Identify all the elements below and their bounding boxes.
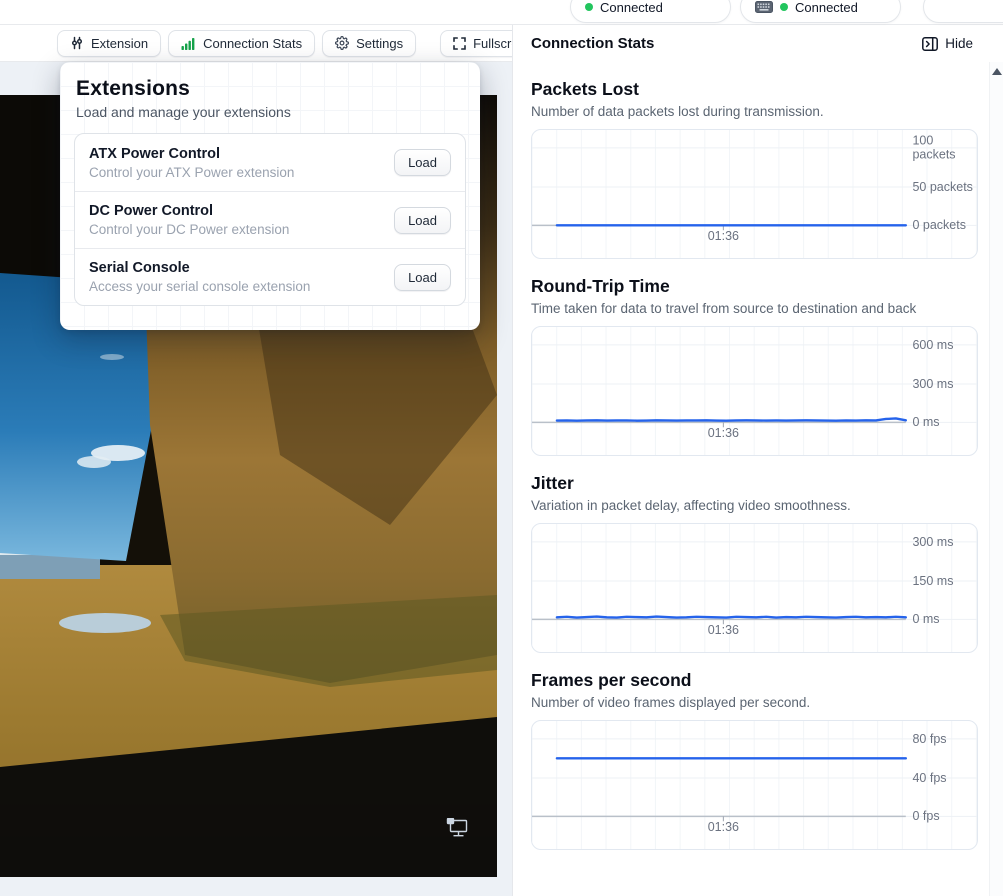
gear-icon: [335, 36, 349, 50]
y-axis-label: 0 ms: [912, 612, 974, 626]
x-axis-tick-label: 01:36: [708, 623, 739, 637]
packets-lost-chart: 100 packets 50 packets 0 packets 01:36: [531, 129, 978, 259]
stat-section-packets-lost: Packets Lost Number of data packets lost…: [531, 79, 977, 259]
y-axis-label: 600 ms: [912, 338, 974, 352]
load-atx-power-button[interactable]: Load: [394, 149, 451, 176]
x-axis-tick-label: 01:36: [708, 820, 739, 834]
panel-collapse-icon: [922, 37, 938, 51]
status-label: Connected: [600, 0, 663, 15]
y-axis-label: 40 fps: [912, 771, 974, 785]
extension-description: Access your serial console extension: [89, 279, 310, 294]
list-item-serial-console: Serial Console Access your serial consol…: [75, 248, 465, 305]
stat-title: Packets Lost: [531, 79, 977, 100]
video-status-badge[interactable]: Connected: [570, 0, 731, 23]
y-axis-label: 300 ms: [912, 377, 974, 391]
connection-stats-panel: Connection Stats Hide Packets Lost Numbe…: [512, 25, 1003, 896]
y-axis-label: 50 packets: [912, 180, 974, 194]
extension-name: Serial Console: [89, 260, 310, 276]
hide-label: Hide: [945, 36, 973, 51]
extension-name: ATX Power Control: [89, 146, 294, 162]
status-label: Connected: [795, 0, 858, 15]
list-item-dc-power: DC Power Control Control your DC Power e…: [75, 191, 465, 248]
button-label: Extension: [91, 36, 148, 51]
stat-description: Number of video frames displayed per sec…: [531, 695, 977, 710]
kvm-app-window: Connected Connected Extension Conn: [0, 0, 1003, 896]
stat-description: Variation in packet delay, affecting vid…: [531, 498, 977, 513]
action-toolbar: Extension Connection Stats Settings Full: [0, 25, 512, 62]
status-dot: [585, 3, 593, 11]
y-axis-label: 150 ms: [912, 574, 974, 588]
keyboard-icon: [755, 1, 773, 13]
partial-badge[interactable]: [923, 0, 1003, 23]
extension-description: Control your ATX Power extension: [89, 165, 294, 180]
button-label: Connection Stats: [203, 36, 302, 51]
stat-title: Round-Trip Time: [531, 276, 977, 297]
x-axis-tick-label: 01:36: [708, 426, 739, 440]
y-axis-label: 80 fps: [912, 732, 974, 746]
stat-title: Frames per second: [531, 670, 977, 691]
x-axis-tick-label: 01:36: [708, 229, 739, 243]
y-axis-label: 100 packets: [912, 134, 974, 163]
connection-stats-button[interactable]: Connection Stats: [168, 30, 315, 57]
stat-description: Time taken for data to travel from sourc…: [531, 301, 977, 316]
list-item-atx-power: ATX Power Control Control your ATX Power…: [75, 134, 465, 191]
top-status-bar: Connected Connected: [0, 0, 1003, 25]
extension-description: Control your DC Power extension: [89, 222, 289, 237]
popover-subtitle: Load and manage your extensions: [76, 104, 464, 120]
stat-section-frames-per-second: Frames per second Number of video frames…: [531, 670, 977, 850]
panel-scrollbar[interactable]: [989, 62, 1003, 896]
panel-title: Connection Stats: [531, 35, 654, 52]
fullscreen-icon: [453, 37, 466, 50]
keyboard-status-badge[interactable]: Connected: [740, 0, 901, 23]
frames-per-second-chart: 80 fps 40 fps 0 fps 01:36: [531, 720, 978, 850]
settings-button[interactable]: Settings: [322, 30, 416, 57]
stat-section-jitter: Jitter Variation in packet delay, affect…: [531, 473, 977, 653]
extension-name: DC Power Control: [89, 203, 289, 219]
y-axis-label: 0 packets: [912, 218, 974, 232]
jitter-chart: 300 ms 150 ms 0 ms 01:36: [531, 523, 978, 653]
y-axis-label: 0 ms: [912, 415, 974, 429]
hide-panel-button[interactable]: Hide: [918, 34, 977, 53]
extension-button[interactable]: Extension: [57, 30, 161, 57]
scroll-up-arrow-icon[interactable]: [992, 68, 1002, 75]
signal-bars-icon: [181, 37, 196, 50]
y-axis-label: 0 fps: [912, 809, 974, 823]
stat-section-round-trip-time: Round-Trip Time Time taken for data to t…: [531, 276, 977, 456]
round-trip-time-chart: 600 ms 300 ms 0 ms 01:36: [531, 326, 978, 456]
load-serial-console-button[interactable]: Load: [394, 264, 451, 291]
virtual-display-icon: [445, 818, 469, 839]
button-label: Settings: [356, 36, 403, 51]
load-dc-power-button[interactable]: Load: [394, 207, 451, 234]
stat-description: Number of data packets lost during trans…: [531, 104, 977, 119]
stat-title: Jitter: [531, 473, 977, 494]
extensions-popover: Extensions Load and manage your extensio…: [60, 62, 480, 330]
y-axis-label: 300 ms: [912, 535, 974, 549]
extensions-list: ATX Power Control Control your ATX Power…: [74, 133, 466, 306]
popover-title: Extensions: [76, 77, 464, 101]
sliders-icon: [70, 36, 84, 50]
status-dot: [780, 3, 788, 11]
panel-header: Connection Stats Hide: [531, 25, 977, 62]
